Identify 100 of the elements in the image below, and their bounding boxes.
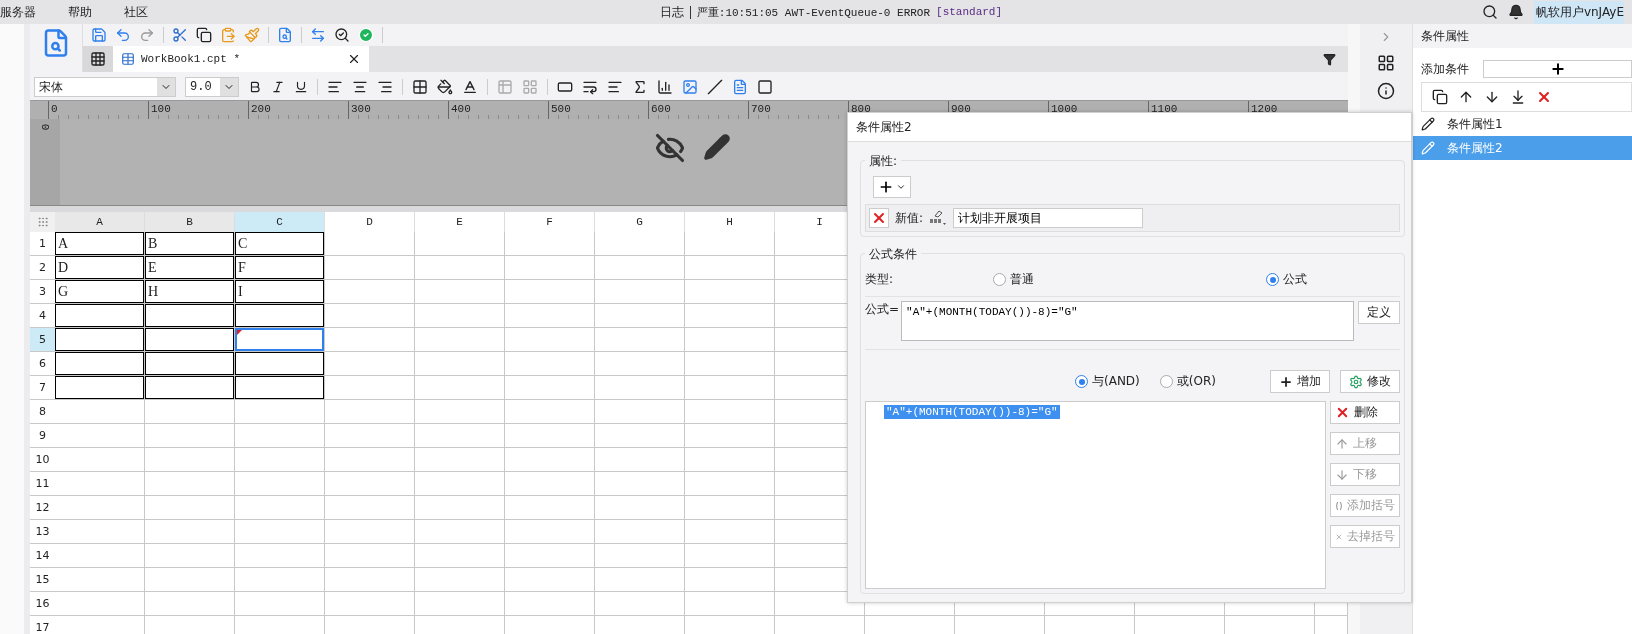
table-cell[interactable] (325, 496, 415, 520)
table-cell[interactable] (505, 280, 595, 304)
table-cell[interactable] (505, 496, 595, 520)
pencil-icon[interactable] (703, 133, 731, 161)
table-cell[interactable] (505, 520, 595, 544)
table-cell[interactable] (505, 448, 595, 472)
delete-icon[interactable] (1536, 89, 1552, 105)
define-button[interactable]: 定义 (1358, 301, 1400, 324)
brush-icon[interactable] (244, 27, 260, 43)
table-cell[interactable] (415, 400, 505, 424)
table-cell[interactable] (685, 376, 775, 400)
table-cell[interactable] (325, 280, 415, 304)
table-cell[interactable] (685, 568, 775, 592)
align-left-icon[interactable] (327, 79, 343, 95)
table-cell[interactable] (505, 328, 595, 352)
radio-button[interactable] (1266, 273, 1280, 286)
slash-icon[interactable] (707, 79, 723, 95)
table-cell[interactable] (505, 472, 595, 496)
table-cell[interactable] (235, 304, 325, 328)
table-cell[interactable] (685, 544, 775, 568)
bell-icon[interactable] (1507, 4, 1524, 20)
filter-icon[interactable] (1323, 52, 1336, 66)
table-cell[interactable] (685, 520, 775, 544)
table-cell[interactable] (415, 544, 505, 568)
cell-icon[interactable] (557, 79, 573, 95)
table-cell[interactable] (415, 232, 505, 256)
radio-button[interactable] (1075, 375, 1088, 388)
remove-button[interactable] (869, 208, 889, 228)
table-cell[interactable]: E (145, 256, 235, 280)
paragraph-icon[interactable] (607, 79, 623, 95)
bold-icon[interactable] (248, 80, 262, 94)
table-cell[interactable] (145, 544, 235, 568)
condition-action-button[interactable]: 修改 (1340, 370, 1400, 393)
table-cell[interactable] (595, 304, 685, 328)
table-cell[interactable] (235, 544, 325, 568)
table-cell[interactable] (235, 496, 325, 520)
page-icon[interactable] (732, 79, 748, 95)
table-cell[interactable] (415, 280, 505, 304)
table-cell[interactable] (145, 496, 235, 520)
table-cell[interactable] (595, 256, 685, 280)
text-search-icon[interactable] (277, 27, 293, 43)
table-cell[interactable] (235, 376, 325, 400)
table-cell[interactable] (685, 304, 775, 328)
table-cell[interactable] (595, 448, 685, 472)
table-cell[interactable] (415, 448, 505, 472)
table-cell[interactable] (235, 352, 325, 376)
table-cell[interactable] (595, 352, 685, 376)
move-bottom-icon[interactable] (1510, 89, 1526, 105)
border-icon[interactable] (412, 79, 428, 95)
table-cell[interactable] (415, 424, 505, 448)
italic-icon[interactable] (271, 80, 285, 94)
text-format-icon[interactable] (929, 210, 948, 226)
table-cell[interactable]: C (235, 232, 325, 256)
radio-label[interactable]: 与(AND) (1092, 373, 1140, 390)
table-cell[interactable] (325, 544, 415, 568)
list-action-button[interactable]: 删除 (1330, 401, 1400, 424)
table-cell[interactable] (595, 592, 685, 616)
table-cell[interactable] (415, 256, 505, 280)
column-header[interactable]: C (235, 212, 325, 232)
table-cell[interactable] (235, 568, 325, 592)
table-cell[interactable] (145, 376, 235, 400)
table-cell[interactable] (595, 400, 685, 424)
radio-button[interactable] (1159, 375, 1173, 388)
font-family-field[interactable]: 宋体 (34, 77, 176, 97)
wrap-icon[interactable] (582, 79, 598, 95)
table-cell[interactable] (145, 448, 235, 472)
table-cell[interactable] (685, 424, 775, 448)
table-cell[interactable] (325, 232, 415, 256)
table-cell[interactable]: A (55, 232, 145, 256)
undo-icon[interactable] (115, 27, 131, 43)
table-cell[interactable] (325, 472, 415, 496)
table-cell[interactable] (235, 400, 325, 424)
formula-icon[interactable] (632, 79, 648, 95)
menu-item[interactable]: 服务器 (0, 3, 36, 21)
condition-action-button[interactable]: 增加 (1270, 370, 1330, 393)
table-cell[interactable]: F (235, 256, 325, 280)
table-cell[interactable] (145, 520, 235, 544)
table-cell[interactable] (325, 400, 415, 424)
table-cell[interactable] (55, 304, 145, 328)
font-color-icon[interactable] (462, 79, 478, 95)
check-icon[interactable] (358, 27, 374, 43)
frame-icon[interactable] (757, 79, 773, 95)
workbook-tab[interactable]: WorkBook1.cpt * (113, 46, 369, 72)
table-cell[interactable] (685, 256, 775, 280)
column-header[interactable]: A (55, 212, 145, 232)
row-header[interactable]: 5 (30, 328, 55, 352)
table-cell[interactable] (325, 520, 415, 544)
table-cell[interactable] (415, 568, 505, 592)
table-cell[interactable] (325, 328, 415, 352)
table-cell[interactable] (595, 232, 685, 256)
table-cell[interactable] (55, 544, 145, 568)
eye-off-icon[interactable] (655, 133, 685, 163)
table-cell[interactable] (415, 328, 505, 352)
table-cell[interactable] (415, 304, 505, 328)
menu-item[interactable]: 帮助 (68, 3, 92, 21)
select-all-icon[interactable] (36, 216, 49, 228)
table-cell[interactable] (235, 424, 325, 448)
table-cell[interactable] (55, 496, 145, 520)
table-cell[interactable] (235, 472, 325, 496)
scissors-icon[interactable] (172, 27, 188, 43)
